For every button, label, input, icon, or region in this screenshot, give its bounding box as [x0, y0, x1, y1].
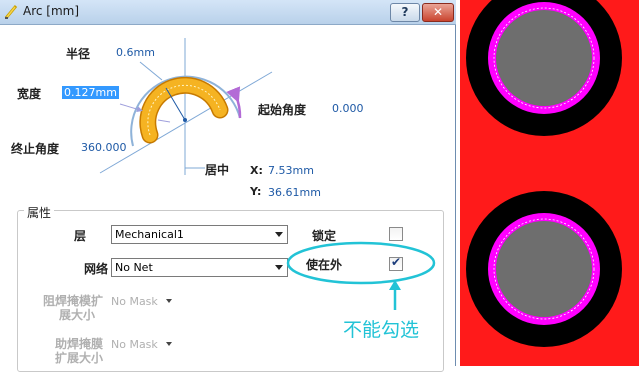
- end-angle-value[interactable]: 360.000: [81, 141, 127, 154]
- pad-bottom[interactable]: [466, 191, 622, 347]
- window-title: Arc [mm]: [23, 4, 80, 18]
- arc-tool-icon: [4, 5, 18, 19]
- annotation-text: 不能勾选: [343, 319, 420, 341]
- title-bar: Arc [mm] ? ✕: [0, 0, 456, 25]
- start-angle-label: 起始角度: [258, 103, 307, 117]
- pcb-preview: [460, 0, 639, 366]
- net-label: 网络: [84, 262, 109, 276]
- x-label: X:: [250, 164, 263, 177]
- net-dropdown-value: No Net: [115, 261, 153, 274]
- end-angle-label: 终止角度: [11, 142, 60, 156]
- highlight-ellipse: [286, 241, 436, 285]
- start-angle-value[interactable]: 0.000: [332, 102, 364, 115]
- chevron-down-icon: [275, 232, 283, 237]
- width-value[interactable]: 0.127mm: [62, 86, 119, 99]
- layer-dropdown-value: Mechanical1: [115, 228, 184, 241]
- radius-value[interactable]: 0.6mm: [116, 46, 155, 59]
- annotation-highlight: [286, 241, 436, 310]
- close-button[interactable]: ✕: [422, 3, 454, 22]
- net-dropdown[interactable]: No Net: [111, 258, 288, 277]
- solder-mask-value: No Mask: [111, 295, 158, 308]
- solder-mask-label: 阻焊掩模扩 展大小: [42, 294, 103, 322]
- chevron-down-icon: [166, 342, 172, 346]
- center-label: 居中: [205, 163, 230, 177]
- locked-checkbox[interactable]: [389, 227, 403, 241]
- help-button[interactable]: ?: [390, 3, 420, 22]
- paste-mask-label: 助焊掩膜 扩展大小: [54, 337, 103, 365]
- paste-mask-value: No Mask: [111, 338, 158, 351]
- y-value[interactable]: 36.61mm: [268, 186, 321, 199]
- width-label: 宽度: [17, 87, 42, 101]
- chevron-down-icon: [166, 299, 172, 303]
- arc-dialog: Arc [mm] ? ✕ 半径 0.6mm 宽度 0.127mm 起始角度 0.…: [0, 0, 456, 372]
- radius-label: 半径: [66, 47, 91, 61]
- properties-group-title: 属性: [24, 204, 55, 221]
- layer-dropdown[interactable]: Mechanical1: [111, 225, 288, 244]
- y-label: Y:: [250, 185, 262, 198]
- layer-label: 层: [74, 229, 87, 243]
- x-value[interactable]: 7.53mm: [268, 164, 314, 177]
